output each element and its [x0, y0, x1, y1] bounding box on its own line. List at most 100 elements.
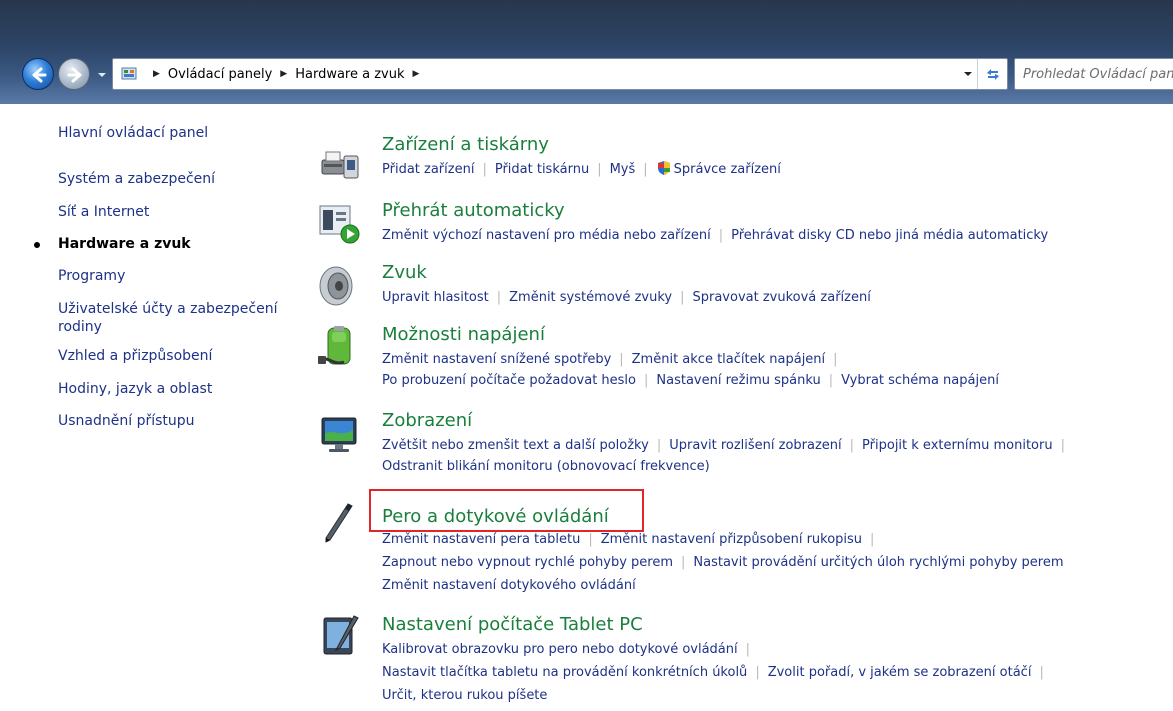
tablet-pc-icon[interactable]	[318, 614, 362, 658]
separator: |	[718, 228, 724, 243]
link-set-flicks[interactable]: Nastavit provádění určitých úloh rychlým…	[693, 555, 1063, 570]
breadcrumb-separator[interactable]: ▶	[413, 69, 420, 79]
sidebar-item-programs[interactable]: Programy	[58, 267, 125, 285]
separator: |	[656, 438, 662, 453]
link-row: Změnit nastavení pera tabletu | Změnit nas…	[382, 530, 882, 550]
link-pen-settings[interactable]: Změnit nastavení pera tabletu	[382, 532, 580, 547]
link-handwriting-personalization[interactable]: Změnit nastavení přizpůsobení rukopisu	[601, 532, 862, 547]
refresh-button[interactable]	[977, 59, 1007, 89]
link-row: Změnit nastavení dotykového ovládání	[382, 576, 636, 596]
sidebar-item-user-accounts[interactable]: Uživatelské účty a zabezpečení	[58, 300, 277, 318]
link-change-system-sounds[interactable]: Změnit systémové zvuky	[509, 290, 672, 305]
pen-icon[interactable]	[318, 502, 362, 546]
link-rotation-order[interactable]: Zvolit pořadí, v jakém se zobrazení otáč…	[768, 665, 1032, 680]
link-adjust-volume[interactable]: Upravit hlasitost	[382, 290, 489, 305]
address-dropdown-icon[interactable]	[963, 68, 973, 80]
separator: |	[644, 373, 649, 388]
link-row: Přidat zařízení | Přidat tiskárnu | Myš | Sprá…	[382, 160, 781, 180]
sidebar-item-system-security[interactable]: Systém a zabezpečení	[58, 170, 215, 188]
breadcrumb-hardware-sound[interactable]: Hardware a zvuk	[295, 67, 404, 82]
control-panel-icon	[121, 67, 137, 80]
link-mouse[interactable]: Myš	[610, 162, 636, 177]
back-button[interactable]	[22, 58, 54, 90]
sidebar-item-appearance[interactable]: Vzhled a přizpůsobení	[58, 347, 212, 365]
separator: |	[597, 162, 602, 177]
active-bullet	[34, 242, 40, 248]
sidebar-item-user-accounts-cont[interactable]: rodiny	[58, 318, 102, 336]
link-change-default-media[interactable]: Změnit výchozí nastavení pro média nebo …	[382, 228, 711, 243]
category-title[interactable]: Pero a dotykové ovládání	[382, 506, 609, 528]
link-row: Zvětšit nebo zmenšit text a další položk…	[382, 436, 1073, 456]
link-adjust-resolution[interactable]: Upravit rozlišení zobrazení	[669, 438, 841, 453]
link-row: Určit, kterou rukou píšete	[382, 686, 547, 706]
separator: |	[1039, 665, 1044, 680]
link-row: Upravit hlasitost | Změnit systémové zvuky…	[382, 288, 871, 308]
sidebar-item-hardware-sound[interactable]: Hardware a zvuk	[58, 235, 191, 253]
link-row: Zapnout nebo vypnout rychlé pohyby perem…	[382, 553, 1064, 573]
separator: |	[588, 532, 593, 547]
devices-printers-icon[interactable]	[318, 140, 362, 184]
separator: |	[1060, 438, 1065, 453]
link-choose-power-plan[interactable]: Vybrat schéma napájení	[841, 373, 999, 388]
link-calibrate-screen[interactable]: Kalibrovat obrazovku pro pero nebo dotyk…	[382, 642, 738, 657]
category-title[interactable]: Možnosti napájení	[382, 324, 545, 346]
category-title[interactable]: Nastavení počítače Tablet PC	[382, 614, 643, 636]
separator: |	[849, 438, 855, 453]
autoplay-icon[interactable]	[318, 202, 362, 246]
link-autoplay-cds[interactable]: Přehrávat disky CD nebo jiná média autom…	[731, 228, 1048, 243]
link-device-manager[interactable]: Správce zařízení	[674, 162, 781, 177]
category-title[interactable]: Zobrazení	[382, 410, 472, 432]
sidebar-item-control-panel-home[interactable]: Hlavní ovládací panel	[58, 124, 208, 142]
link-toggle-flicks[interactable]: Zapnout nebo vypnout rychlé pohyby perem	[382, 555, 673, 570]
uac-shield-icon	[657, 161, 670, 175]
link-row: Kalibrovat obrazovku pro pero nebo dotyk…	[382, 640, 758, 660]
sidebar-item-network-internet[interactable]: Síť a Internet	[58, 203, 149, 221]
forward-button[interactable]	[58, 58, 90, 90]
main-content: Zařízení a tiskárny Přidat zařízení | Přid…	[318, 104, 1173, 711]
sidebar-item-ease-of-access[interactable]: Usnadnění přístupu	[58, 412, 195, 430]
link-row: Nastavit tlačítka tabletu na provádění k…	[382, 663, 1052, 683]
separator: |	[833, 352, 838, 367]
category-title[interactable]: Přehrát automaticky	[382, 200, 565, 222]
link-add-printer[interactable]: Přidat tiskárnu	[495, 162, 589, 177]
separator: |	[680, 290, 685, 305]
separator: |	[681, 555, 686, 570]
breadcrumb-control-panel[interactable]: Ovládací panely	[168, 67, 272, 82]
recent-pages-dropdown-icon[interactable]	[96, 68, 108, 82]
link-require-password[interactable]: Po probuzení počítače požadovat heslo	[382, 373, 636, 388]
link-refresh-rate[interactable]: Odstranit blikání monitoru (obnovovací f…	[382, 459, 710, 474]
battery-icon[interactable]	[318, 326, 362, 370]
separator: |	[619, 352, 624, 367]
breadcrumb-separator: ▶	[153, 69, 160, 79]
link-row: Změnit nastavení snížené spotřeby | Změnit…	[382, 350, 846, 370]
category-title[interactable]: Zařízení a tiskárny	[382, 134, 549, 156]
link-handedness[interactable]: Určit, kterou rukou píšete	[382, 688, 547, 703]
link-sleep-settings[interactable]: Nastavení režimu spánku	[656, 373, 820, 388]
refresh-icon	[986, 69, 999, 80]
link-manage-audio-devices[interactable]: Spravovat zvuková zařízení	[692, 290, 870, 305]
link-row: Po probuzení počítače požadovat heslo | Na…	[382, 371, 999, 391]
separator: |	[482, 162, 487, 177]
speaker-icon[interactable]	[318, 264, 362, 308]
monitor-icon[interactable]	[318, 414, 362, 458]
link-row: Odstranit blikání monitoru (obnovovací f…	[382, 457, 710, 477]
separator: |	[828, 373, 834, 388]
link-change-power-buttons[interactable]: Změnit akce tlačítek napájení	[632, 352, 826, 367]
link-text-size[interactable]: Zvětšit nebo zmenšit text a další položk…	[382, 438, 649, 453]
separator: |	[870, 532, 875, 547]
separator: |	[643, 162, 648, 177]
search-input[interactable]: Prohledat Ovládací panely	[1014, 58, 1173, 90]
link-touch-settings[interactable]: Změnit nastavení dotykového ovládání	[382, 578, 636, 593]
link-row: Změnit výchozí nastavení pro média nebo …	[382, 226, 1048, 246]
sidebar	[0, 104, 300, 711]
link-tablet-buttons[interactable]: Nastavit tlačítka tabletu na provádění k…	[382, 665, 747, 680]
window-titlebar: ▶ Ovládací panely ▶ Hardware a zvuk ▶ Pr…	[0, 0, 1173, 104]
link-add-device[interactable]: Přidat zařízení	[382, 162, 474, 177]
category-title[interactable]: Zvuk	[382, 262, 427, 284]
breadcrumb-separator: ▶	[280, 69, 288, 79]
address-bar[interactable]: ▶ Ovládací panely ▶ Hardware a zvuk ▶	[112, 58, 1008, 90]
separator: |	[745, 642, 751, 657]
sidebar-item-clock-language[interactable]: Hodiny, jazyk a oblast	[58, 380, 212, 398]
link-change-power-saving[interactable]: Změnit nastavení snížené spotřeby	[382, 352, 611, 367]
link-external-monitor[interactable]: Připojit k externímu monitoru	[862, 438, 1053, 453]
